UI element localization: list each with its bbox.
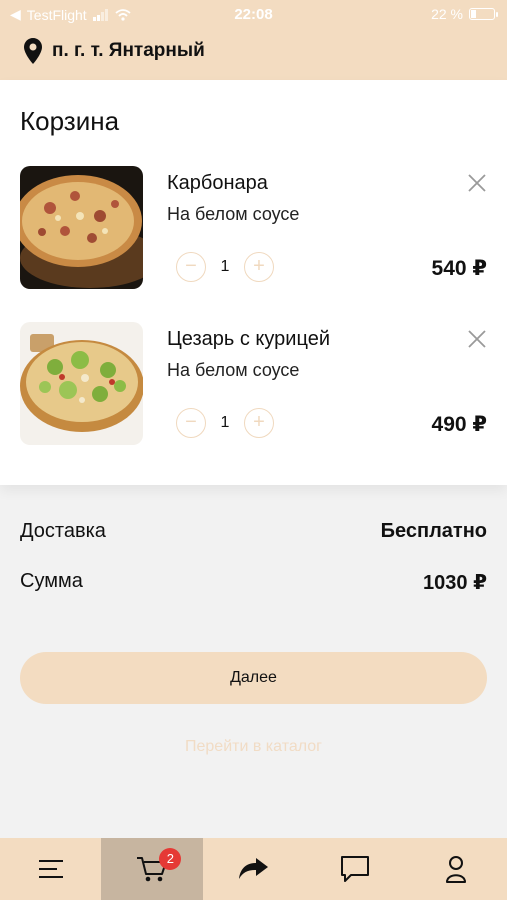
quantity-value: 1 (220, 258, 230, 275)
page-title: Корзина (20, 106, 120, 136)
next-button[interactable]: Далее (20, 652, 487, 704)
cart-panel: Корзина Карбонара На белом соусе − 1 + 5… (0, 80, 507, 485)
decrease-button[interactable]: − (176, 252, 206, 282)
catalog-link[interactable]: Перейти в каталог (0, 738, 507, 756)
tab-share[interactable] (203, 838, 304, 900)
item-sauce: На белом соусе (167, 360, 300, 380)
increase-button[interactable]: + (244, 408, 274, 438)
location-label: п. г. т. Янтарный (52, 40, 205, 61)
share-arrow-icon (238, 858, 268, 879)
delivery-label: Доставка (20, 520, 106, 542)
total-value: 1030 ₽ (423, 572, 487, 594)
cart-item: Цезарь с курицей На белом соусе − 1 + 49… (0, 322, 507, 447)
decrease-button[interactable]: − (176, 408, 206, 438)
battery-percent: 22 % (431, 6, 463, 22)
item-price: 540 ₽ (431, 257, 487, 280)
close-icon[interactable] (466, 328, 488, 350)
cart-item: Карбонара На белом соусе − 1 + 540 ₽ (0, 166, 507, 291)
battery-icon (469, 8, 498, 20)
location-selector[interactable]: п. г. т. Янтарный (24, 38, 205, 64)
delivery-row: Доставка Бесплатно (20, 520, 487, 543)
quantity-stepper: − 1 + (176, 252, 274, 284)
close-icon[interactable] (466, 172, 488, 194)
item-sauce: На белом соусе (167, 204, 300, 224)
increase-button[interactable]: + (244, 252, 274, 282)
profile-icon (446, 856, 467, 883)
quantity-stepper: − 1 + (176, 408, 274, 440)
total-row: Сумма 1030 ₽ (20, 570, 487, 594)
delivery-value: Бесплатно (380, 520, 487, 542)
tab-cart[interactable]: 2 (101, 838, 203, 900)
status-bar: ◀ TestFlight 22:08 22 % (0, 0, 507, 28)
item-name: Цезарь с курицей (167, 328, 330, 350)
quantity-value: 1 (220, 414, 230, 431)
cart-count-badge: 2 (159, 848, 182, 870)
top-header: ◀ TestFlight 22:08 22 % п. г. т. Янтарны… (0, 0, 507, 80)
item-name: Карбонара (167, 172, 268, 194)
status-right: 22 % (431, 6, 498, 22)
total-label: Сумма (20, 570, 83, 592)
tab-menu[interactable] (0, 838, 101, 900)
tab-profile[interactable] (406, 838, 507, 900)
tab-bar: 2 (0, 838, 507, 900)
menu-icon (38, 860, 63, 878)
pizza-image (20, 322, 143, 445)
chat-icon (340, 856, 369, 882)
map-pin-icon (24, 38, 42, 64)
tab-chat[interactable] (304, 838, 405, 900)
item-price: 490 ₽ (431, 413, 487, 436)
pizza-image (20, 166, 143, 289)
